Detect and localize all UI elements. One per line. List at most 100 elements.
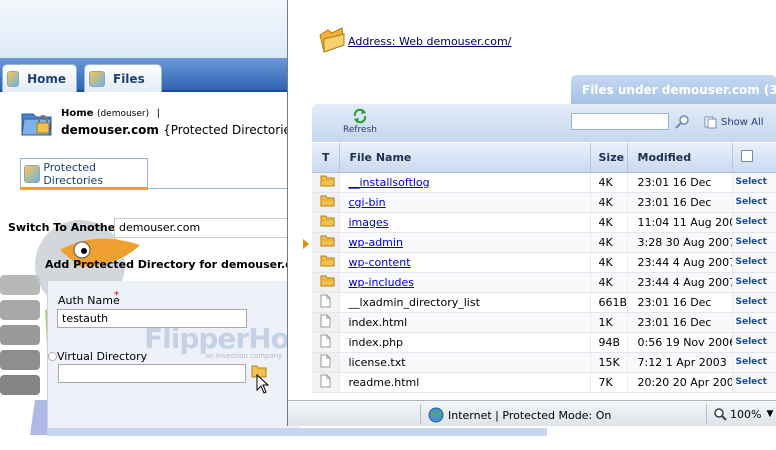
- select-link[interactable]: Select: [732, 272, 776, 293]
- file-name: index.html: [348, 315, 408, 329]
- folder-name-link[interactable]: wp-includes: [349, 276, 415, 289]
- file-modified: 3:28 30 Aug 2007: [627, 232, 733, 253]
- folder-name-link[interactable]: images: [349, 216, 389, 229]
- table-row[interactable]: license.txt 15K 7:12 1 Apr 2003 Select: [312, 352, 776, 373]
- file-name-cell: index.html: [339, 312, 591, 333]
- switch-domain-select[interactable]: demouser.com: [114, 218, 300, 238]
- table-row[interactable]: images 4K11:04 11 Aug 2005Select: [312, 212, 776, 233]
- table-row[interactable]: wp-admin 4K 3:28 30 Aug 2007 Select: [312, 232, 776, 253]
- folder-name-link[interactable]: __installsoftlog: [349, 176, 430, 189]
- column-header-file-name[interactable]: File Name: [339, 143, 591, 173]
- file-toolbar: Refresh Show All: [312, 104, 776, 142]
- breadcrumb-separator: |: [156, 108, 160, 119]
- folder-name-link[interactable]: cgi-bin: [349, 196, 386, 209]
- type-cell: [312, 332, 340, 353]
- column-header-type[interactable]: T: [312, 143, 340, 173]
- file-modified: 23:01 16 Dec: [627, 292, 733, 313]
- browser-status-bar: Internet | Protected Mode: On 100% ▼: [288, 400, 776, 426]
- select-link[interactable]: Select: [732, 372, 776, 393]
- tab-home[interactable]: Home: [2, 64, 77, 92]
- background-bottom-bar: [47, 428, 547, 436]
- background-header: [0, 0, 300, 62]
- table-row[interactable]: wp-includes 4K 23:44 4 Aug 2007 Select: [312, 272, 776, 293]
- type-cell: [312, 212, 340, 233]
- address-link[interactable]: Address: Web demouser.com/: [348, 35, 511, 48]
- active-tab-indicator: [20, 187, 148, 190]
- file-name-cell: index.php: [339, 332, 591, 353]
- select-link[interactable]: Select: [732, 232, 776, 253]
- file-selector-window: Address: Web demouser.com/ Files under d…: [287, 0, 776, 426]
- search-icon[interactable]: [674, 114, 690, 130]
- file-table-header: T File Name Size Modified: [312, 143, 776, 173]
- select-link[interactable]: Select: [732, 252, 776, 273]
- file-name: __lxadmin_directory_list: [348, 295, 480, 309]
- folder-icon: [320, 215, 335, 226]
- file-name-cell: wp-content: [339, 252, 591, 273]
- folder-icon: [320, 255, 335, 266]
- select-link[interactable]: Select: [732, 352, 776, 373]
- tab-home-label: Home: [27, 71, 66, 86]
- search-input[interactable]: [571, 113, 669, 130]
- file-table: T File Name Size Modified __installsoftl…: [312, 143, 776, 393]
- file-name: license.txt: [348, 355, 406, 369]
- select-link[interactable]: Select: [732, 312, 776, 333]
- refresh-icon: [353, 108, 367, 124]
- refresh-button[interactable]: Refresh: [338, 108, 382, 140]
- zoom-magnifier-icon: [714, 408, 727, 421]
- file-size: 4K: [590, 212, 628, 233]
- select-link[interactable]: Select: [732, 212, 776, 233]
- select-link[interactable]: Select: [732, 332, 776, 353]
- show-all-button[interactable]: Show All: [704, 113, 764, 131]
- file-modified: 0:56 19 Nov 2006: [627, 332, 733, 353]
- breadcrumb-home[interactable]: Home (demouser) |: [61, 108, 160, 119]
- tab-files[interactable]: Files: [84, 64, 162, 92]
- folder-icon: [320, 175, 335, 186]
- file-icon: [320, 314, 331, 327]
- table-row[interactable]: wp-content 4K 23:44 4 Aug 2007 Select: [312, 252, 776, 273]
- brand-watermark-tagline: an investion company: [205, 352, 283, 360]
- folder-name-link[interactable]: wp-admin: [349, 236, 403, 249]
- column-header-modified[interactable]: Modified: [627, 143, 733, 173]
- switch-domain-row: Switch To Another demouser.com: [8, 218, 300, 238]
- file-modified: 7:12 1 Apr 2003: [627, 352, 733, 373]
- show-all-label: Show All: [721, 116, 764, 128]
- file-icon: [320, 294, 331, 307]
- zoom-control[interactable]: 100% ▼: [713, 407, 773, 421]
- screen: Home Files Home (demouser) | demouser.co…: [0, 0, 776, 450]
- table-row[interactable]: index.html 1K 23:01 16 Dec Select: [312, 312, 776, 333]
- form-heading: Add Protected Directory for demouser.com: [45, 258, 311, 271]
- table-row[interactable]: index.php 94B 0:56 19 Nov 2006 Select: [312, 332, 776, 353]
- file-name: index.php: [348, 335, 404, 349]
- table-row[interactable]: readme.html 7K 20:20 20 Apr 2007 Select: [312, 372, 776, 393]
- file-icon: [320, 334, 331, 347]
- file-modified: 23:01 16 Dec: [627, 172, 733, 193]
- type-cell: [312, 192, 340, 213]
- breadcrumb-home-user: (demouser): [96, 109, 150, 119]
- table-row[interactable]: __lxadmin_directory_list 661B 23:01 16 Dec…: [312, 292, 776, 313]
- select-all-checkbox[interactable]: [740, 149, 753, 162]
- security-zone-label: Internet | Protected Mode: On: [448, 408, 612, 422]
- auth-name-input[interactable]: testauth: [57, 309, 247, 328]
- file-name-cell: __installsoftlog: [339, 172, 591, 193]
- files-icon: [89, 70, 105, 87]
- virtual-directory-input[interactable]: [58, 364, 246, 383]
- zoom-dropdown-icon[interactable]: ▼: [766, 409, 773, 419]
- virtual-directory-radio[interactable]: [48, 352, 57, 361]
- home-icon: [7, 70, 20, 87]
- column-header-size[interactable]: Size: [590, 143, 628, 173]
- type-cell: [312, 232, 340, 253]
- table-row[interactable]: cgi-bin 4K 23:01 16 Dec Select: [312, 192, 776, 213]
- tab-protected-directories[interactable]: Protected Directories: [20, 158, 148, 188]
- status-divider: [706, 404, 707, 424]
- status-divider: [420, 404, 421, 424]
- select-link[interactable]: Select: [732, 192, 776, 213]
- folder-name-link[interactable]: wp-content: [349, 256, 411, 269]
- type-cell: [312, 372, 340, 393]
- table-row[interactable]: __installsoftlog 4K 23:01 16 Dec Select: [312, 172, 776, 193]
- file-size: 94B: [590, 332, 628, 353]
- file-size: 4K: [590, 272, 628, 293]
- security-zone[interactable]: Internet | Protected Mode: On: [428, 407, 611, 423]
- select-link[interactable]: Select: [732, 172, 776, 193]
- folder-icon: [320, 235, 335, 246]
- select-link[interactable]: Select: [732, 292, 776, 313]
